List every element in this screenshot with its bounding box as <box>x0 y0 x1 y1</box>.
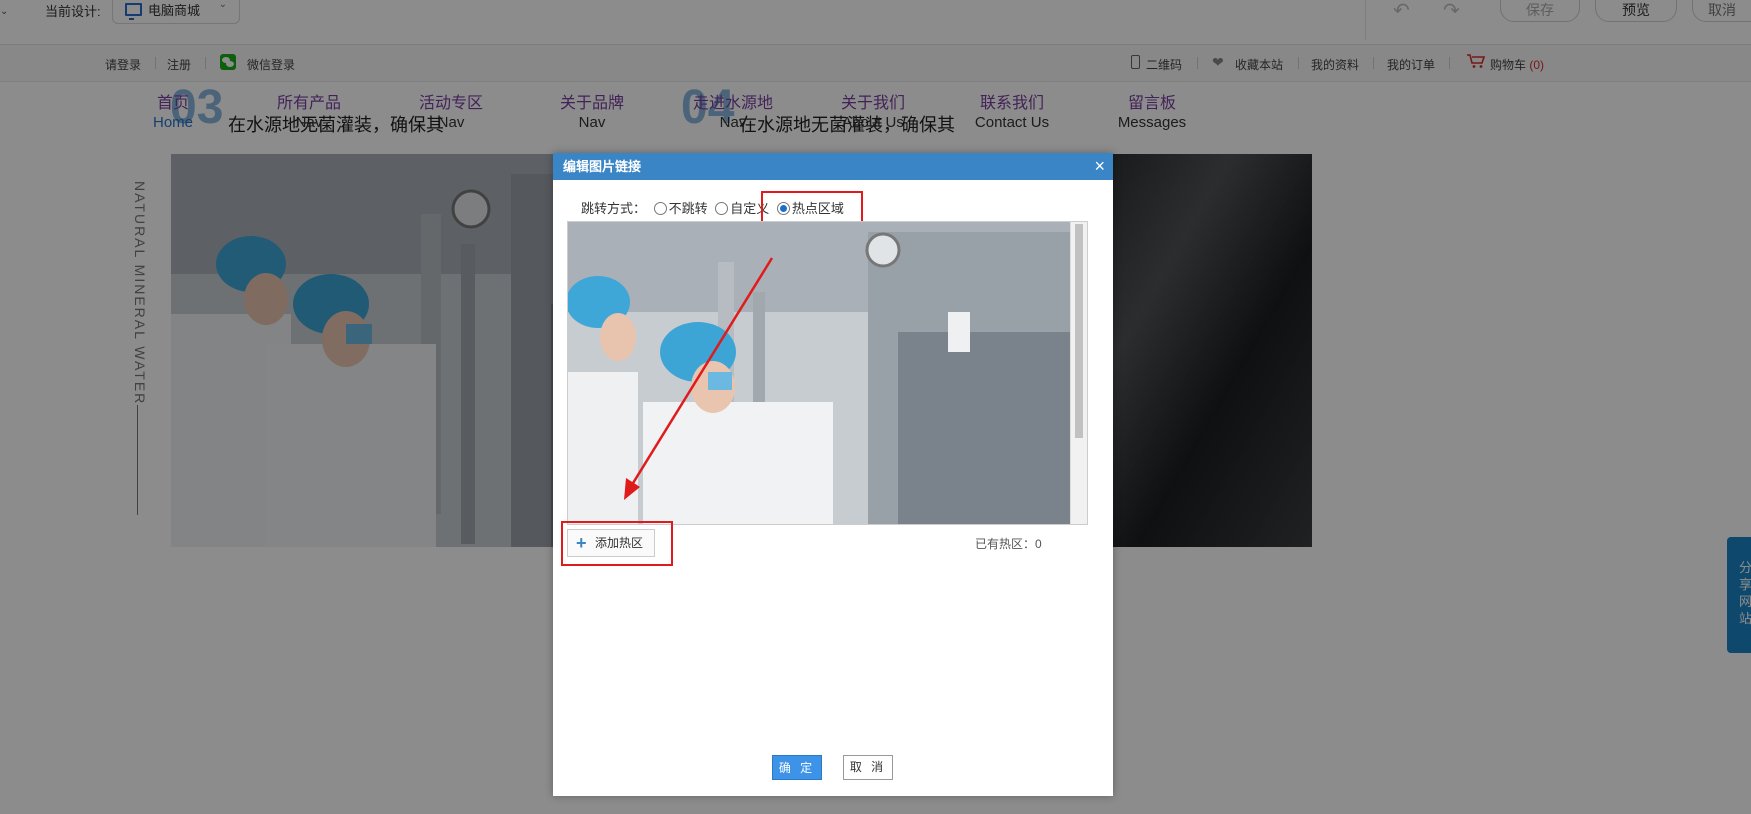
radio-no-jump[interactable] <box>653 202 667 215</box>
annotation-box <box>561 521 673 566</box>
edit-image-link-dialog: 编辑图片链接 × 跳转方式： 不跳转 自定义 热点区域 + 添加热区 已有热区：… <box>553 153 1113 796</box>
preview-image <box>568 222 1071 524</box>
radio-custom[interactable] <box>715 202 729 215</box>
scrollbar-thumb[interactable] <box>1075 224 1083 438</box>
image-preview[interactable] <box>567 221 1088 525</box>
preview-scrollbar[interactable] <box>1070 222 1087 524</box>
hotspot-count: 已有热区：0 <box>975 537 1042 551</box>
dialog-header: 编辑图片链接 × <box>553 153 1113 180</box>
confirm-button[interactable]: 确 定 <box>772 755 822 780</box>
close-icon[interactable]: × <box>1094 153 1105 180</box>
dialog-title: 编辑图片链接 <box>563 159 642 174</box>
radio-label: 不跳转 <box>668 201 708 216</box>
cancel-button[interactable]: 取 消 <box>843 755 893 780</box>
jump-mode-label: 跳转方式： <box>581 201 647 216</box>
